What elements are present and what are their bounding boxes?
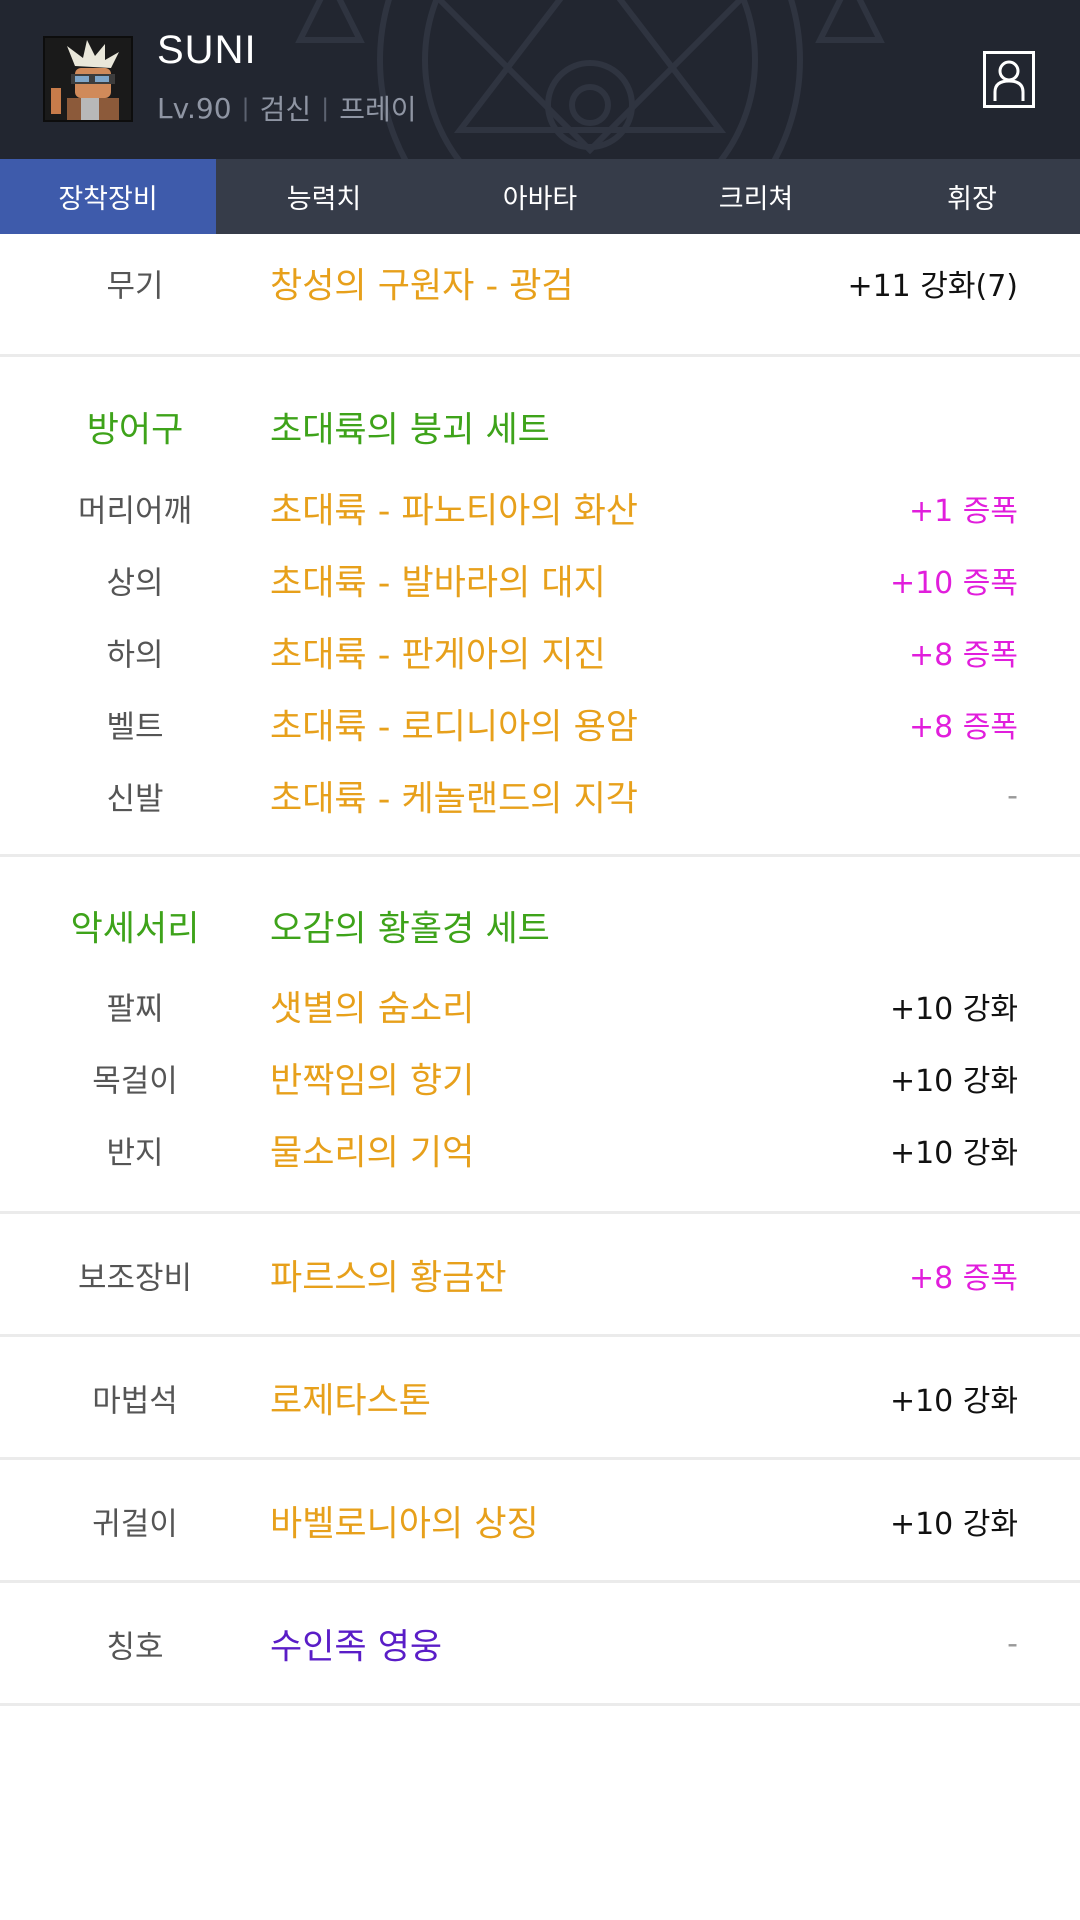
item-name: 물소리의 기억 (270, 1133, 475, 1174)
character-server: 프레이 (339, 93, 417, 126)
item-name: 초대륙 - 발바라의 대지 (270, 563, 606, 604)
item-upgrade: +10 강화 (889, 1507, 1018, 1542)
equipment-row[interactable]: 벨트 초대륙 - 로디니아의 용암 +8 증폭 (0, 699, 1080, 749)
slot-label: 벨트 (106, 709, 164, 746)
slot-label: 마법석 (92, 1383, 178, 1420)
slot-label: 무기 (106, 268, 164, 305)
item-name: 초대륙 - 케놀랜드의 지각 (270, 779, 639, 820)
slot-label: 보조장비 (77, 1260, 193, 1297)
item-name: 초대륙 - 판게아의 지진 (270, 635, 606, 676)
accessory-set-header: 악세서리 오감의 황홀경 세트 (0, 901, 1080, 951)
slot-label: 머리어깨 (77, 493, 193, 530)
title-section: 칭호 수인족 영웅 - (0, 1583, 1080, 1706)
tab-bar: 장착장비 능력치 아바타 크리쳐 휘장 (0, 159, 1080, 234)
sub-equipment-section: 보조장비 파르스의 황금잔 +8 증폭 (0, 1214, 1080, 1337)
slot-label: 귀걸이 (92, 1506, 178, 1543)
tab-creature[interactable]: 크리쳐 (648, 159, 864, 234)
item-name: 로제타스톤 (270, 1381, 432, 1422)
equipment-row[interactable]: 마법석 로제타스톤 +10 강화 (0, 1373, 1080, 1423)
equipment-row[interactable]: 머리어깨 초대륙 - 파노티아의 화산 +1 증폭 (0, 483, 1080, 533)
tab-stats[interactable]: 능력치 (216, 159, 432, 234)
character-name: SUNI (157, 28, 257, 72)
earring-section: 귀걸이 바벨로니아의 상징 +10 강화 (0, 1460, 1080, 1583)
slot-label: 신발 (106, 781, 164, 818)
slot-label: 상의 (106, 565, 164, 602)
weapon-row[interactable]: 무기 창성의 구원자 - 광검 +11 강화(7) (0, 258, 1080, 308)
character-avatar-image (45, 38, 131, 120)
item-upgrade: +8 증폭 (909, 1261, 1018, 1296)
item-name: 반짝임의 향기 (270, 1061, 475, 1102)
equipment-list: 무기 창성의 구원자 - 광검 +11 강화(7) 방어구 초대륙의 붕괴 세트… (0, 234, 1080, 1706)
profile-icon (993, 60, 1025, 101)
item-upgrade: +10 강화 (889, 1064, 1018, 1099)
item-upgrade: +8 증폭 (909, 638, 1018, 673)
tab-equipment[interactable]: 장착장비 (0, 159, 216, 234)
magic-stone-section: 마법석 로제타스톤 +10 강화 (0, 1337, 1080, 1460)
item-upgrade: +8 증폭 (909, 710, 1018, 745)
tab-avatar[interactable]: 아바타 (432, 159, 648, 234)
equipment-row[interactable]: 팔찌 샛별의 숨소리 +10 강화 (0, 981, 1080, 1031)
header-pattern (0, 0, 1080, 159)
equipment-row[interactable]: 귀걸이 바벨로니아의 상징 +10 강화 (0, 1496, 1080, 1546)
item-upgrade: +10 강화 (889, 1384, 1018, 1419)
character-avatar[interactable] (43, 36, 133, 122)
slot-label: 목걸이 (92, 1063, 178, 1100)
equipment-row[interactable]: 보조장비 파르스의 황금잔 +8 증폭 (0, 1250, 1080, 1300)
item-upgrade: +11 강화(7) (847, 269, 1018, 304)
item-upgrade: +10 강화 (889, 1136, 1018, 1171)
item-name: 초대륙 - 로디니아의 용암 (270, 707, 639, 748)
accessory-section: 악세서리 오감의 황홀경 세트 팔찌 샛별의 숨소리 +10 강화 목걸이 반짝… (0, 857, 1080, 1214)
equipment-row[interactable]: 상의 초대륙 - 발바라의 대지 +10 증폭 (0, 555, 1080, 605)
set-name: 초대륙의 붕괴 세트 (270, 410, 550, 451)
slot-label: 칭호 (106, 1629, 164, 1666)
item-upgrade: - (1007, 778, 1018, 814)
equipment-row[interactable]: 신발 초대륙 - 케놀랜드의 지각 - (0, 771, 1080, 821)
slot-label: 팔찌 (106, 991, 164, 1028)
section-label: 방어구 (86, 410, 184, 451)
section-label: 악세서리 (70, 909, 200, 950)
item-name: 초대륙 - 파노티아의 화산 (270, 491, 639, 532)
armor-section: 방어구 초대륙의 붕괴 세트 머리어깨 초대륙 - 파노티아의 화산 +1 증폭… (0, 357, 1080, 857)
item-upgrade: +10 강화 (889, 992, 1018, 1027)
slot-label: 반지 (106, 1135, 164, 1172)
equipment-row[interactable]: 하의 초대륙 - 판게아의 지진 +8 증폭 (0, 627, 1080, 677)
item-upgrade: +10 증폭 (889, 566, 1018, 601)
equipment-row[interactable]: 칭호 수인족 영웅 - (0, 1619, 1080, 1669)
character-job: 검신 (259, 93, 312, 126)
set-name: 오감의 황홀경 세트 (270, 909, 550, 950)
item-name: 창성의 구원자 - 광검 (270, 266, 574, 307)
item-upgrade: - (1007, 1626, 1018, 1662)
item-name: 수인족 영웅 (270, 1627, 443, 1668)
item-name: 파르스의 황금잔 (270, 1258, 507, 1299)
item-upgrade: +1 증폭 (909, 494, 1018, 529)
item-name: 샛별의 숨소리 (270, 989, 475, 1030)
armor-set-header: 방어구 초대륙의 붕괴 세트 (0, 402, 1080, 452)
character-header: SUNI Lv.90 | 검신 | 프레이 (0, 0, 1080, 159)
equipment-row[interactable]: 반지 물소리의 기억 +10 강화 (0, 1125, 1080, 1175)
weapon-section: 무기 창성의 구원자 - 광검 +11 강화(7) (0, 234, 1080, 357)
equipment-row[interactable]: 목걸이 반짝임의 향기 +10 강화 (0, 1053, 1080, 1103)
slot-label: 하의 (106, 637, 164, 674)
info-separator: | (241, 94, 250, 122)
info-separator: | (321, 94, 330, 122)
tab-emblem[interactable]: 휘장 (864, 159, 1080, 234)
character-info: Lv.90 | 검신 | 프레이 (157, 88, 417, 128)
item-name: 바벨로니아의 상징 (270, 1504, 539, 1545)
profile-button[interactable] (983, 51, 1035, 108)
character-level: Lv.90 (157, 91, 232, 125)
